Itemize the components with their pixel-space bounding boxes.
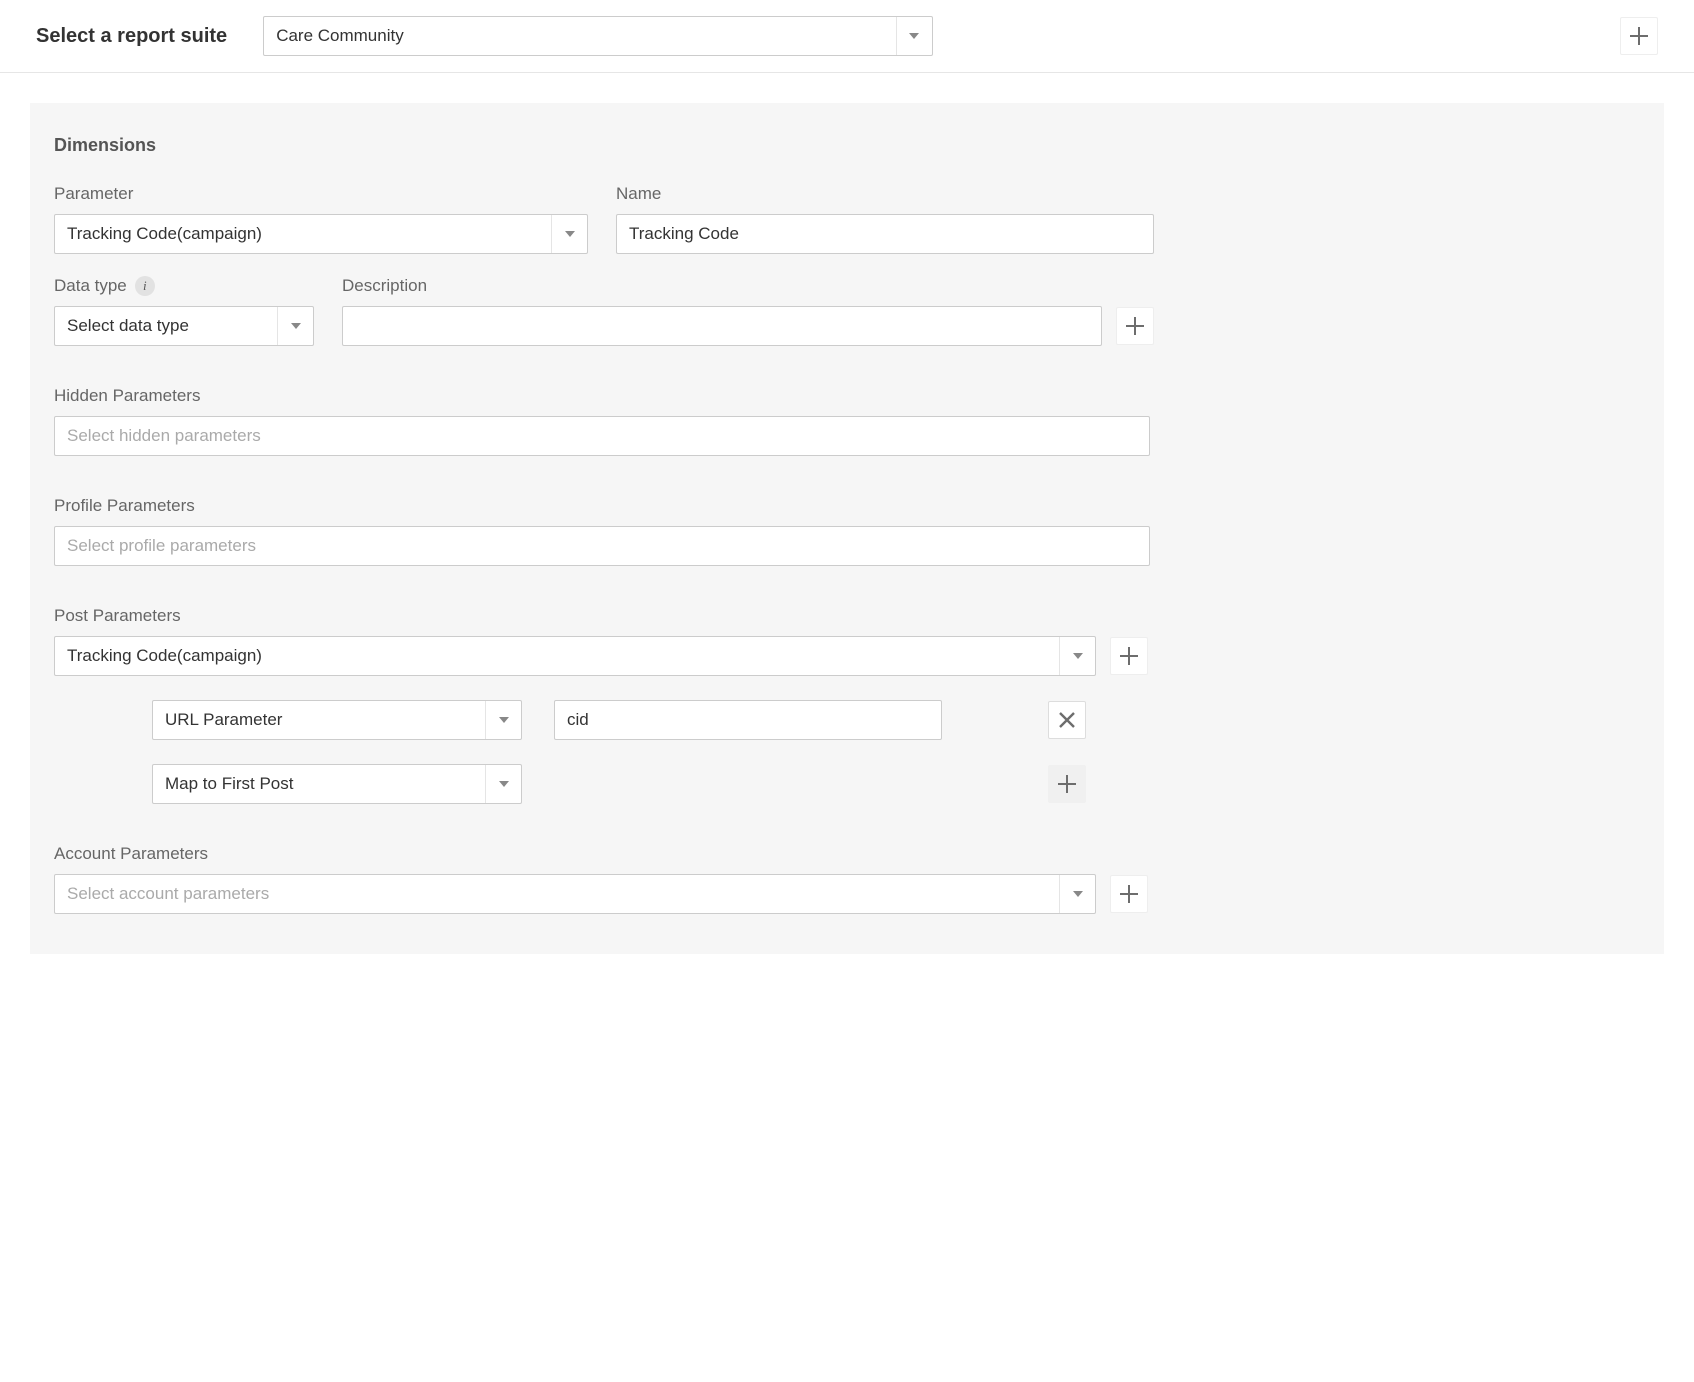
- parameter-value: Tracking Code(campaign): [67, 224, 262, 244]
- datatype-value: Select data type: [67, 316, 189, 336]
- remove-post-rule-button[interactable]: [1048, 701, 1086, 739]
- post-rule-type-value: URL Parameter: [165, 710, 282, 730]
- plus-icon: [1058, 775, 1076, 793]
- name-input-wrap: [616, 214, 1154, 254]
- add-dimension-button[interactable]: [1116, 307, 1154, 345]
- post-param-rule-row: URL Parameter: [152, 700, 1640, 740]
- post-params-label: Post Parameters: [54, 606, 1640, 626]
- description-label: Description: [342, 276, 1154, 296]
- parameter-select[interactable]: Tracking Code(campaign): [54, 214, 588, 254]
- post-map-select[interactable]: Map to First Post: [152, 764, 522, 804]
- report-suite-value: Care Community: [276, 26, 404, 46]
- post-rule-value-input[interactable]: [567, 710, 929, 730]
- plus-icon: [1120, 647, 1138, 665]
- post-rule-value-wrap: [554, 700, 942, 740]
- dimensions-title: Dimensions: [54, 135, 1640, 156]
- profile-params-label: Profile Parameters: [54, 496, 1640, 516]
- account-params-label: Account Parameters: [54, 844, 1640, 864]
- add-suite-button[interactable]: [1620, 17, 1658, 55]
- plus-icon: [1126, 317, 1144, 335]
- profile-params-input[interactable]: [67, 536, 1137, 556]
- hidden-params-input[interactable]: [67, 426, 1137, 446]
- close-icon: [1058, 711, 1076, 729]
- datatype-label: Data type i: [54, 276, 314, 296]
- add-post-map-button[interactable]: [1048, 765, 1086, 803]
- account-params-select[interactable]: Select account parameters: [54, 874, 1096, 914]
- info-icon[interactable]: i: [135, 276, 155, 296]
- plus-icon: [1630, 27, 1648, 45]
- report-suite-bar: Select a report suite Care Community: [0, 0, 1694, 73]
- hidden-params-input-wrap: [54, 416, 1150, 456]
- chevron-down-icon: [277, 307, 313, 345]
- chevron-down-icon: [485, 765, 521, 803]
- profile-params-input-wrap: [54, 526, 1150, 566]
- datatype-select[interactable]: Select data type: [54, 306, 314, 346]
- name-input[interactable]: [629, 224, 1141, 244]
- chevron-down-icon: [896, 17, 932, 55]
- report-suite-label: Select a report suite: [36, 25, 227, 48]
- chevron-down-icon: [1059, 637, 1095, 675]
- post-param-map-row: Map to First Post: [152, 764, 1640, 804]
- add-post-param-button[interactable]: [1110, 637, 1148, 675]
- hidden-params-label: Hidden Parameters: [54, 386, 1640, 406]
- chevron-down-icon: [551, 215, 587, 253]
- datatype-label-text: Data type: [54, 276, 127, 296]
- description-input-wrap: [342, 306, 1102, 346]
- account-params-placeholder: Select account parameters: [67, 884, 269, 904]
- chevron-down-icon: [1059, 875, 1095, 913]
- dimensions-panel: Dimensions Parameter Tracking Code(campa…: [30, 103, 1664, 954]
- description-input[interactable]: [355, 316, 1089, 336]
- parameter-label: Parameter: [54, 184, 588, 204]
- post-params-value: Tracking Code(campaign): [67, 646, 262, 666]
- name-label: Name: [616, 184, 1154, 204]
- post-rule-type-select[interactable]: URL Parameter: [152, 700, 522, 740]
- report-suite-select[interactable]: Care Community: [263, 16, 932, 56]
- plus-icon: [1120, 885, 1138, 903]
- post-map-value: Map to First Post: [165, 774, 293, 794]
- chevron-down-icon: [485, 701, 521, 739]
- post-params-select[interactable]: Tracking Code(campaign): [54, 636, 1096, 676]
- add-account-param-button[interactable]: [1110, 875, 1148, 913]
